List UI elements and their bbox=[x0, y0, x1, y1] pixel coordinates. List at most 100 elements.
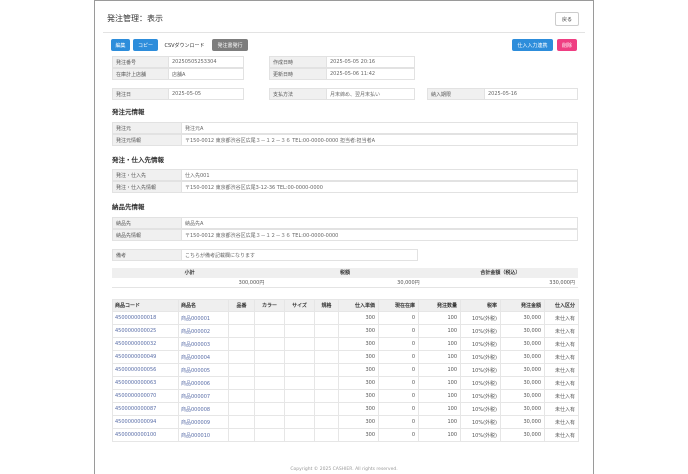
col-header: 税率 bbox=[460, 299, 501, 312]
table-cell: 30,000 bbox=[500, 311, 545, 325]
csv-download-button[interactable]: CSVダウンロード bbox=[161, 39, 208, 51]
product-code-link[interactable]: 4500000000018 bbox=[112, 311, 179, 325]
product-name-link[interactable]: 商品000004 bbox=[178, 350, 229, 364]
table-cell bbox=[228, 428, 255, 442]
purchase-link-button[interactable]: 仕入入力連携 bbox=[512, 39, 553, 51]
table-cell bbox=[254, 415, 285, 429]
table-cell bbox=[254, 311, 285, 325]
supplier-name-row: 発注・仕入先 仕入先001 bbox=[112, 169, 578, 181]
delivery-name-label: 納品先 bbox=[112, 217, 182, 229]
table-cell: 0 bbox=[378, 324, 419, 338]
page-title: 発注管理：表示 bbox=[107, 14, 163, 23]
table-row: 4500000000032 商品000003 300 0 100 10%(外税) 30,00… bbox=[112, 337, 579, 351]
table-cell: 30,000 bbox=[500, 428, 545, 442]
supplier-name-value: 仕入先001 bbox=[182, 169, 578, 181]
table-cell bbox=[314, 363, 339, 377]
issue-order-button[interactable]: 発注書発行 bbox=[212, 39, 248, 51]
table-cell: 10%(外税) bbox=[460, 402, 501, 416]
table-cell: 300 bbox=[338, 428, 379, 442]
col-header: 商品コード bbox=[112, 299, 179, 312]
table-cell bbox=[284, 415, 315, 429]
product-code-link[interactable]: 4500000000100 bbox=[112, 428, 179, 442]
store-value: 店舗A bbox=[169, 68, 244, 80]
supplier-name-label: 発注・仕入先 bbox=[112, 169, 182, 181]
product-name-link[interactable]: 商品000009 bbox=[178, 415, 229, 429]
supplier-info-value: 〒150-0012 東京都渋谷区広尾3-12-36 TEL:00-0000-00… bbox=[182, 181, 578, 193]
order-date-value: 2025-05-05 bbox=[169, 88, 244, 100]
supplier-info-label: 発注・仕入先情報 bbox=[112, 181, 182, 193]
product-name-link[interactable]: 商品000010 bbox=[178, 428, 229, 442]
product-name-link[interactable]: 商品000008 bbox=[178, 402, 229, 416]
col-header: 仕入単価 bbox=[338, 299, 379, 312]
table-cell bbox=[228, 376, 255, 390]
payment-row: 支払方法 月末締め、翌月末払い bbox=[269, 88, 415, 100]
table-row: 4500000000070 商品000007 300 0 100 10%(外税) 30,00… bbox=[112, 389, 579, 403]
product-name-link[interactable]: 商品000007 bbox=[178, 389, 229, 403]
table-cell bbox=[284, 402, 315, 416]
table-header-row: 商品コード 商品名 品番 カラー サイズ 規格 仕入単価 現在在庫 発注数量 税… bbox=[112, 299, 579, 312]
payment-value: 月末締め、翌月末払い bbox=[327, 88, 415, 100]
note-row: 備考 こちらが備考記載欄になります bbox=[112, 249, 418, 261]
store-row: 在庫計上店舗 店舗A bbox=[112, 68, 244, 80]
supplier-info-row: 発注・仕入先情報 〒150-0012 東京都渋谷区広尾3-12-36 TEL:0… bbox=[112, 181, 578, 193]
created-row: 作成日時 2025-05-05 20:16 bbox=[269, 56, 415, 68]
table-cell bbox=[228, 363, 255, 377]
table-cell bbox=[284, 428, 315, 442]
product-name-link[interactable]: 商品000002 bbox=[178, 324, 229, 338]
product-name-link[interactable]: 商品000006 bbox=[178, 376, 229, 390]
table-cell bbox=[254, 402, 285, 416]
product-code-link[interactable]: 4500000000049 bbox=[112, 350, 179, 364]
delivery-deadline-row: 納入期限 2025-05-16 bbox=[427, 88, 578, 100]
delete-button[interactable]: 削除 bbox=[557, 39, 577, 51]
delivery-info-label: 納品先情報 bbox=[112, 229, 182, 241]
product-code-link[interactable]: 4500000000063 bbox=[112, 376, 179, 390]
created-value: 2025-05-05 20:16 bbox=[327, 56, 415, 68]
table-cell: 30,000 bbox=[500, 350, 545, 364]
table-cell bbox=[254, 337, 285, 351]
table-cell: 100 bbox=[418, 402, 461, 416]
table-cell: 100 bbox=[418, 363, 461, 377]
table-cell: 0 bbox=[378, 402, 419, 416]
copy-button[interactable]: コピー bbox=[133, 39, 158, 51]
col-header: 発注金額 bbox=[500, 299, 545, 312]
table-cell: 300 bbox=[338, 350, 379, 364]
product-code-link[interactable]: 4500000000070 bbox=[112, 389, 179, 403]
orderer-info-row: 発注元情報 〒150-0012 東京都渋谷区広尾３－１２－３６ TEL:00-0… bbox=[112, 134, 578, 146]
product-code-link[interactable]: 4500000000056 bbox=[112, 363, 179, 377]
table-cell: 300 bbox=[338, 324, 379, 338]
note-value: こちらが備考記載欄になります bbox=[182, 249, 418, 261]
col-header: 発注数量 bbox=[418, 299, 461, 312]
table-cell: 10%(外税) bbox=[460, 337, 501, 351]
table-cell: 0 bbox=[378, 389, 419, 403]
table-cell bbox=[228, 415, 255, 429]
table-cell: 300 bbox=[338, 389, 379, 403]
order-no-row: 発注番号 20250505253304 bbox=[112, 56, 244, 68]
payment-label: 支払方法 bbox=[269, 88, 327, 100]
total-value: 330,000円 bbox=[422, 278, 578, 288]
orderer-name-row: 発注元 発注元A bbox=[112, 122, 578, 134]
back-button[interactable]: 戻る bbox=[555, 12, 579, 26]
table-cell: 300 bbox=[338, 402, 379, 416]
col-header: サイズ bbox=[284, 299, 315, 312]
product-name-link[interactable]: 商品000001 bbox=[178, 311, 229, 325]
product-code-link[interactable]: 4500000000032 bbox=[112, 337, 179, 351]
table-cell: 未仕入有 bbox=[544, 389, 579, 403]
divider bbox=[103, 32, 585, 33]
product-name-link[interactable]: 商品000003 bbox=[178, 337, 229, 351]
product-code-link[interactable]: 4500000000094 bbox=[112, 415, 179, 429]
table-cell bbox=[284, 389, 315, 403]
edit-button[interactable]: 編集 bbox=[111, 39, 130, 51]
table-cell: 300 bbox=[338, 376, 379, 390]
orderer-heading: 発注元情報 bbox=[112, 108, 145, 116]
table-cell: 10%(外税) bbox=[460, 311, 501, 325]
table-cell: 300 bbox=[338, 415, 379, 429]
table-cell: 30,000 bbox=[500, 402, 545, 416]
product-code-link[interactable]: 4500000000025 bbox=[112, 324, 179, 338]
product-code-link[interactable]: 4500000000087 bbox=[112, 402, 179, 416]
table-cell bbox=[228, 402, 255, 416]
delivery-info-value: 〒150-0012 東京都渋谷区広尾３－１２－３６ TEL:00-0000-00… bbox=[182, 229, 578, 241]
table-cell: 未仕入有 bbox=[544, 376, 579, 390]
order-no-value: 20250505253304 bbox=[169, 56, 244, 68]
subtotal-header: 小計 bbox=[112, 268, 268, 278]
product-name-link[interactable]: 商品000005 bbox=[178, 363, 229, 377]
